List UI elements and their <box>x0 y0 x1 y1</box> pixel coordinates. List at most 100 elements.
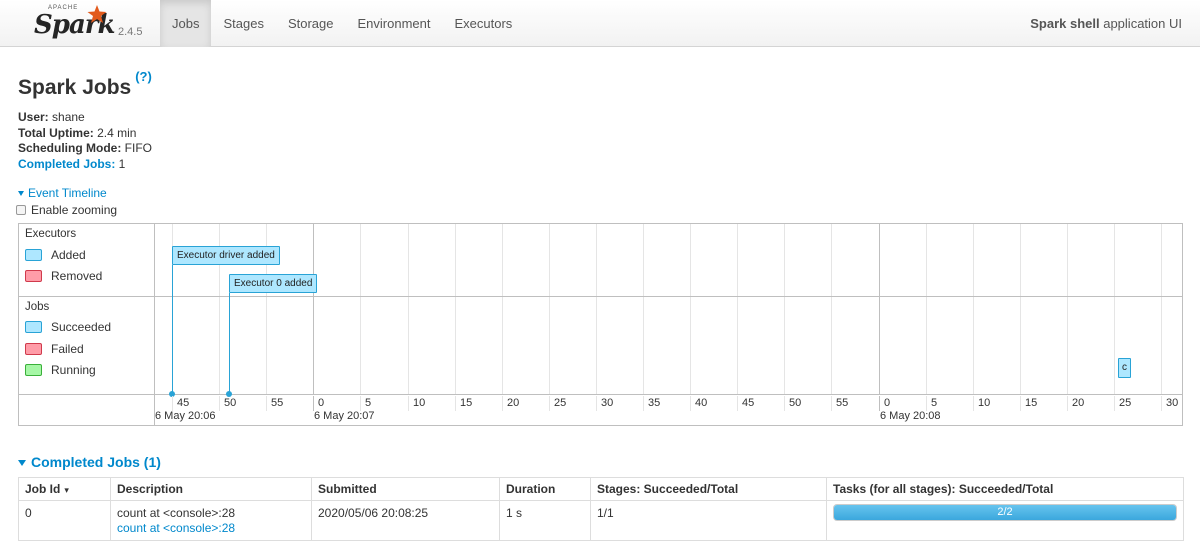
description-link[interactable]: count at <console>:28 <box>117 521 305 535</box>
timeline-group-divider <box>19 296 1182 297</box>
completed-jobs-heading: Completed Jobs (1) <box>31 454 161 470</box>
executor-driver-line <box>172 265 173 395</box>
description-text: count at <console>:28 <box>117 506 236 520</box>
timeline-gridline <box>549 224 550 394</box>
timeline-tick-label: 50 <box>219 396 236 411</box>
legend-swatch-removed <box>25 270 42 282</box>
timeline-tick-label: 0 <box>313 396 324 411</box>
completed-jobs-value: 1 <box>115 156 126 171</box>
timeline-date-label: 6 May 20:06 <box>155 410 216 422</box>
enable-zooming-row: Enable zooming <box>16 203 117 217</box>
legend-label-added: Added <box>51 248 86 262</box>
job-summary: User: shane Total Uptime: 2.4 min Schedu… <box>18 110 152 172</box>
timeline-grid <box>155 224 1183 394</box>
column-header-duration[interactable]: Duration <box>499 477 591 501</box>
completed-jobs-link[interactable]: Completed Jobs: <box>18 157 115 171</box>
legend-label-failed: Failed <box>51 342 84 356</box>
summary-completed-jobs[interactable]: Completed Jobs: 1 <box>18 157 152 173</box>
timeline-gridline <box>455 224 456 394</box>
timeline-tick-label: 40 <box>690 396 707 411</box>
legend-label-removed: Removed <box>51 269 103 283</box>
executor-driver-added-event[interactable]: Executor driver added <box>172 246 280 265</box>
timeline-date-label: 6 May 20:07 <box>314 410 375 422</box>
tab-storage[interactable]: Storage <box>276 0 346 47</box>
spark-version: 2.4.5 <box>118 26 143 38</box>
legend-job-failed: Failed <box>25 342 84 356</box>
help-link[interactable]: (?) <box>135 69 152 84</box>
timeline-gridline <box>737 224 738 394</box>
timeline-gridline <box>596 224 597 394</box>
timeline-gridline <box>784 224 785 394</box>
tab-jobs[interactable]: Jobs <box>160 0 212 47</box>
timeline-gridline <box>1020 224 1021 394</box>
summary-user: User: shane <box>18 110 152 126</box>
timeline-tick-label: 20 <box>502 396 519 411</box>
timeline-tick-label: 30 <box>596 396 613 411</box>
spark-logo[interactable]: APACHE Spark 2.4.5 <box>34 4 144 44</box>
completed-jobs-toggle[interactable]: Completed Jobs (1) <box>18 454 161 470</box>
legend-executor-added: Added <box>25 248 86 262</box>
summary-uptime: Total Uptime: 2.4 min <box>18 126 152 142</box>
tasks-progress-bar: 2/2 <box>833 504 1177 521</box>
page-title-text: Spark Jobs <box>18 76 132 99</box>
tab-executors[interactable]: Executors <box>442 0 524 47</box>
timeline-gridline <box>1067 224 1068 394</box>
column-label-job-id: Job Id <box>25 482 61 496</box>
scheduling-mode-value: FIFO <box>121 141 153 155</box>
column-header-submitted[interactable]: Submitted <box>311 477 500 501</box>
summary-scheduling-mode: Scheduling Mode: FIFO <box>18 141 152 157</box>
app-name: Spark shell <box>1030 16 1100 31</box>
timeline-tick-label: 5 <box>926 396 937 411</box>
spark-star-icon <box>87 5 107 23</box>
timeline-gridline <box>973 224 974 394</box>
page-title: Spark Jobs (?) <box>18 69 152 100</box>
executor-0-added-event[interactable]: Executor 0 added <box>229 274 318 293</box>
timeline-gridline <box>926 224 927 394</box>
legend-swatch-running <box>25 364 42 376</box>
timeline-gridline <box>313 224 314 394</box>
timeline-tick-label: 55 <box>831 396 848 411</box>
legend-job-running: Running <box>25 363 96 377</box>
column-header-tasks[interactable]: Tasks (for all stages): Succeeded/Total <box>826 477 1184 501</box>
column-header-description[interactable]: Description <box>110 477 312 501</box>
timeline-tick-label: 30 <box>1161 396 1178 411</box>
column-header-stages[interactable]: Stages: Succeeded/Total <box>590 477 827 501</box>
tab-environment[interactable]: Environment <box>346 0 443 47</box>
uptime-value: 2.4 min <box>93 125 137 140</box>
caret-down-icon <box>18 460 26 467</box>
legend-executor-removed: Removed <box>25 269 102 283</box>
timeline-tick-label: 25 <box>549 396 566 411</box>
job-0-event[interactable]: c <box>1118 358 1131 378</box>
timeline-tick-label: 35 <box>643 396 660 411</box>
executors-group-label: Executors <box>25 228 77 240</box>
event-timeline-label: Event Timeline <box>28 186 107 200</box>
app-title-suffix: application UI <box>1099 16 1182 31</box>
timeline-gridline <box>1114 224 1115 394</box>
timeline-gridline <box>502 224 503 394</box>
event-timeline[interactable]: Executors Added Removed Jobs Succeeded F… <box>18 223 1183 426</box>
timeline-gridline <box>360 224 361 394</box>
tab-stages[interactable]: Stages <box>211 0 275 47</box>
timeline-tick-label: 15 <box>1020 396 1037 411</box>
timeline-tick-label: 25 <box>1114 396 1131 411</box>
timeline-tick-label: 50 <box>784 396 801 411</box>
event-timeline-toggle[interactable]: Event Timeline <box>18 186 107 200</box>
jobs-group-label: Jobs <box>25 301 50 313</box>
timeline-gridline <box>879 224 880 394</box>
timeline-tick-label: 0 <box>879 396 890 411</box>
timeline-tick-label: 55 <box>266 396 283 411</box>
timeline-gridline <box>408 224 409 394</box>
timeline-gridline <box>831 224 832 394</box>
timeline-tick-label: 10 <box>973 396 990 411</box>
caret-down-icon <box>18 191 24 197</box>
enable-zooming-checkbox[interactable] <box>16 205 26 215</box>
timeline-tick-label: 45 <box>737 396 754 411</box>
column-header-job-id[interactable]: Job Id ▾ <box>18 477 111 501</box>
scheduling-mode-label: Scheduling Mode: <box>18 141 122 155</box>
legend-swatch-succeeded <box>25 321 42 333</box>
application-title: Spark shell application UI <box>1030 0 1182 47</box>
timeline-gridline <box>690 224 691 394</box>
uptime-label: Total Uptime: <box>18 125 94 140</box>
timeline-tick-label: 20 <box>1067 396 1084 411</box>
top-navbar: APACHE Spark 2.4.5 Jobs Stages Storage E… <box>0 0 1200 47</box>
